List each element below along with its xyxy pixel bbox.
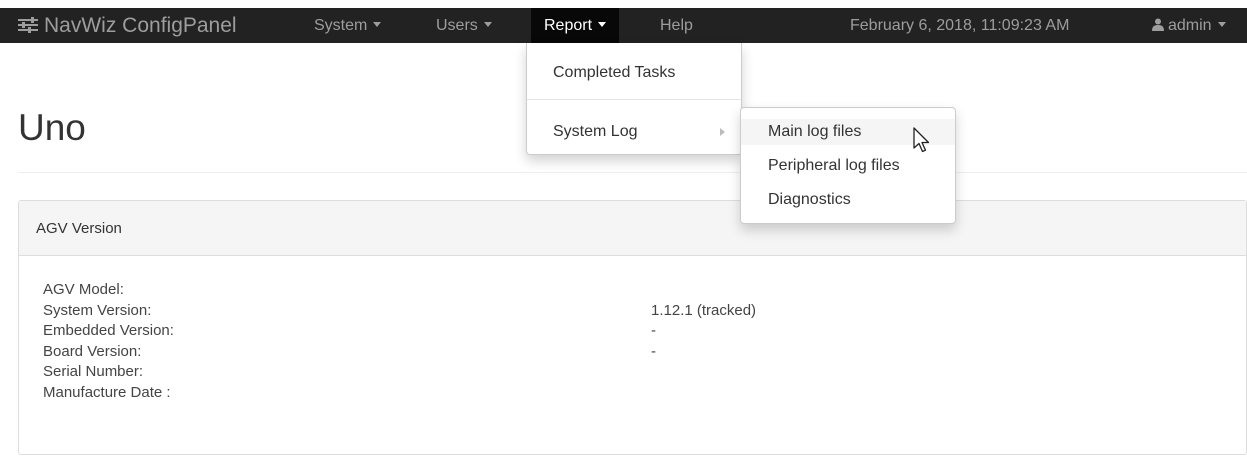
- info-label: Board Version:: [43, 342, 142, 360]
- info-row-board-version: Board Version: -: [43, 342, 1246, 363]
- info-row-embedded-version: Embedded Version: -: [43, 321, 1246, 342]
- page-title: Uno: [18, 107, 86, 148]
- nav-menu-label: Report: [544, 17, 593, 34]
- info-label: Embedded Version:: [43, 322, 174, 339]
- caret-right-icon: [720, 128, 725, 136]
- menu-item-completed-tasks[interactable]: Completed Tasks: [527, 58, 741, 88]
- mouse-cursor-icon: [913, 127, 930, 153]
- nav-menu-label: Help: [660, 17, 693, 34]
- caret-down-icon: [483, 22, 492, 27]
- system-log-submenu: Main log files Peripheral log files Diag…: [740, 107, 956, 224]
- info-row-agv-model: AGV Model:: [43, 280, 1246, 301]
- info-label: AGV Model:: [43, 281, 124, 298]
- nav-menu-system[interactable]: System: [301, 8, 394, 43]
- info-value: -: [651, 342, 656, 360]
- brand-link[interactable]: NavWiz ConfigPanel: [18, 8, 237, 43]
- caret-down-icon: [598, 22, 607, 27]
- nav-menu-label: System: [314, 17, 368, 34]
- info-row-serial-number: Serial Number:: [43, 362, 1246, 383]
- nav-menu-report[interactable]: Report: [531, 8, 620, 43]
- user-menu[interactable]: admin: [1152, 8, 1226, 43]
- info-label: System Version:: [43, 301, 152, 319]
- nav-menu-users[interactable]: Users: [423, 8, 505, 43]
- menu-item-label: System Log: [553, 123, 638, 140]
- submenu-item-peripheral-log-files[interactable]: Peripheral log files: [741, 153, 955, 179]
- report-dropdown: Completed Tasks System Log: [526, 43, 742, 155]
- navbar: NavWiz ConfigPanel System Users Report H…: [0, 8, 1247, 43]
- datetime-display: February 6, 2018, 11:09:23 AM: [850, 17, 1070, 34]
- caret-down-icon: [373, 22, 382, 27]
- sliders-icon: [18, 17, 38, 33]
- caret-down-icon: [1217, 22, 1226, 27]
- menu-divider: [527, 99, 741, 100]
- info-row-manufacture-date: Manufacture Date :: [43, 383, 1246, 404]
- info-value: -: [651, 322, 656, 339]
- info-label: Serial Number:: [43, 363, 144, 380]
- panel-body: AGV Model: System Version: 1.12.1 (track…: [19, 256, 1246, 403]
- brand-text: NavWiz ConfigPanel: [44, 14, 237, 37]
- user-name: admin: [1168, 17, 1212, 34]
- agv-version-panel: AGV Version AGV Model: System Version: 1…: [18, 200, 1247, 455]
- top-strip: [0, 0, 1247, 8]
- user-icon: [1152, 18, 1164, 31]
- submenu-item-diagnostics[interactable]: Diagnostics: [741, 187, 955, 213]
- info-row-system-version: System Version: 1.12.1 (tracked): [43, 301, 1246, 322]
- page-divider: [18, 172, 1247, 173]
- info-label: Manufacture Date :: [43, 383, 171, 401]
- panel-heading: AGV Version: [19, 201, 1246, 256]
- nav-menu-help[interactable]: Help: [647, 8, 706, 43]
- info-value: 1.12.1 (tracked): [651, 301, 757, 319]
- nav-menu-label: Users: [436, 17, 478, 34]
- menu-item-system-log[interactable]: System Log: [527, 117, 741, 147]
